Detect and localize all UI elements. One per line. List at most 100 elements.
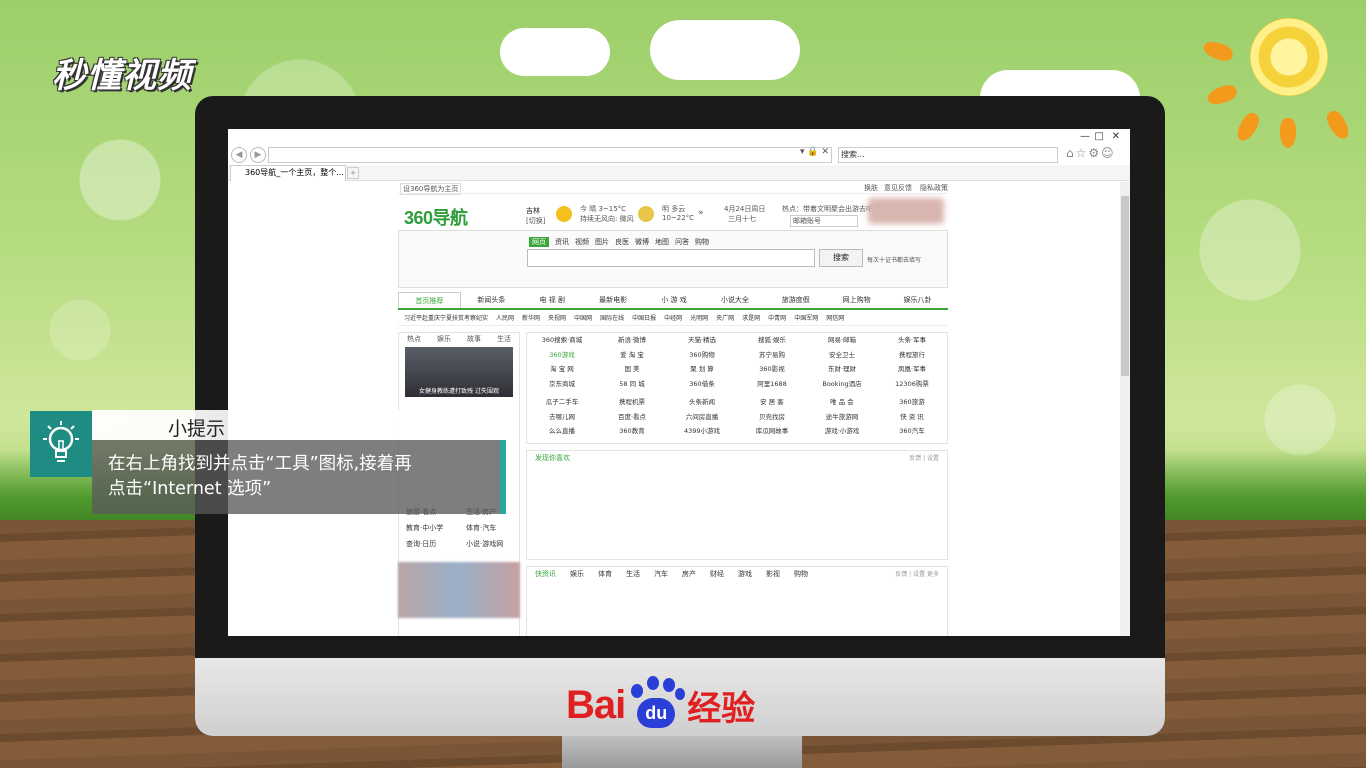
site-link[interactable]: 快 资 讯 <box>877 410 947 425</box>
site-link[interactable]: Booking酒店 <box>807 377 877 392</box>
vertical-scrollbar[interactable] <box>1120 182 1130 636</box>
site-link[interactable]: 天猫·精选 <box>667 333 737 348</box>
qn-tab[interactable]: 游戏 <box>738 569 752 579</box>
close-button[interactable]: ✕ <box>1112 131 1120 142</box>
news-link[interactable]: 求是网 <box>742 312 760 325</box>
quick-link[interactable]: 教育·中小学 <box>400 520 460 536</box>
nav-search-button[interactable]: 搜索 <box>819 249 863 267</box>
cat-tv[interactable]: 电 视 剧 <box>522 292 583 308</box>
util-feedback-link[interactable]: 意见反馈 <box>884 183 912 193</box>
qn-tab[interactable]: 汽车 <box>654 569 668 579</box>
site-link[interactable]: 网易·邮箱 <box>807 333 877 348</box>
site-link[interactable]: 12306购票 <box>877 377 947 392</box>
site-link[interactable]: 游戏·小游戏 <box>807 424 877 439</box>
news-link[interactable]: 国际在线 <box>600 312 624 325</box>
site-link[interactable]: 京东商城 <box>527 377 597 392</box>
util-skin-link[interactable]: 换肤 <box>864 183 878 193</box>
site-link[interactable]: 瓜子二手车 <box>527 395 597 410</box>
site-link[interactable]: 苏宁易购 <box>737 348 807 363</box>
search-tab-shop[interactable]: 购物 <box>695 237 709 247</box>
site-link[interactable]: 贝壳找房 <box>737 410 807 425</box>
search-tab-video[interactable]: 视频 <box>575 237 589 247</box>
search-input[interactable]: 搜索... <box>838 147 1058 163</box>
qn-tab[interactable]: 娱乐 <box>570 569 584 579</box>
quick-news-actions[interactable]: 反馈 | 设置 更多 <box>895 569 939 578</box>
site-link[interactable]: 360购物 <box>667 348 737 363</box>
news-link[interactable]: 中经网 <box>664 312 682 325</box>
news-link[interactable]: 网信网 <box>826 312 844 325</box>
news-link[interactable]: 人民网 <box>496 312 514 325</box>
site-link[interactable]: 头条新闻 <box>667 395 737 410</box>
qn-tab[interactable]: 影视 <box>766 569 780 579</box>
site-link[interactable]: 360搜索·商城 <box>527 333 597 348</box>
site-link[interactable]: 百度·看点 <box>597 410 667 425</box>
news-link[interactable]: 中国日报 <box>632 312 656 325</box>
nav360-logo[interactable]: 360导航 <box>404 204 468 230</box>
news-link[interactable]: 中青网 <box>768 312 786 325</box>
site-link[interactable]: 360汽车 <box>877 424 947 439</box>
site-link[interactable]: 爱 淘 宝 <box>597 348 667 363</box>
quick-link[interactable]: 小说·游戏网 <box>460 536 520 552</box>
weather-next-icon[interactable]: » <box>698 208 704 218</box>
site-link[interactable]: 携程旅行 <box>877 348 947 363</box>
search-tab-image[interactable]: 图片 <box>595 237 609 247</box>
city-switch-link[interactable]: [切换] <box>526 216 545 226</box>
site-link[interactable]: 么么直播 <box>527 424 597 439</box>
address-bar[interactable] <box>268 147 832 163</box>
cat-games[interactable]: 小 游 戏 <box>644 292 705 308</box>
site-link[interactable]: 库瓜网故事 <box>737 424 807 439</box>
forward-button[interactable]: ▶ <box>250 147 266 163</box>
qn-tab[interactable]: 体育 <box>598 569 612 579</box>
site-link[interactable]: 凤凰·军事 <box>877 362 947 377</box>
qn-tab[interactable]: 快资讯 <box>535 569 556 579</box>
news-link[interactable]: 中国军网 <box>794 312 818 325</box>
news-link[interactable]: 央广网 <box>716 312 734 325</box>
toolbar-icons[interactable]: ⌂☆⚙☺ <box>1066 146 1116 160</box>
news-link[interactable]: 新华网 <box>522 312 540 325</box>
smiley-icon[interactable]: ☺ <box>1101 146 1116 160</box>
minimize-button[interactable]: — <box>1080 131 1090 142</box>
news-link[interactable]: 中国网 <box>574 312 592 325</box>
cat-home[interactable]: 首页推荐 <box>398 292 461 308</box>
address-actions[interactable]: ▾ 🔒 ✕ <box>800 147 829 157</box>
cat-gossip[interactable]: 娱乐八卦 <box>887 292 948 308</box>
site-link[interactable]: 安全卫士 <box>807 348 877 363</box>
left-tab-story[interactable]: 故事 <box>467 333 481 345</box>
site-link[interactable]: 搜狐·娱乐 <box>737 333 807 348</box>
news-link[interactable]: 习近平赴重庆宁夏扶贫考察纪实 <box>404 312 488 325</box>
mail-field[interactable]: 邮箱账号 <box>790 215 858 227</box>
site-link[interactable]: 淘 宝 网 <box>527 362 597 377</box>
site-link[interactable]: 58 同 城 <box>597 377 667 392</box>
blurred-thumbnail[interactable] <box>398 562 520 618</box>
site-link[interactable]: 聚 划 算 <box>667 362 737 377</box>
cat-novels[interactable]: 小说大全 <box>704 292 765 308</box>
cat-travel[interactable]: 旅游度假 <box>765 292 826 308</box>
site-link[interactable]: 国 美 <box>597 362 667 377</box>
favorites-icon[interactable]: ☆ <box>1076 146 1089 160</box>
util-privacy-link[interactable]: 隐私政策 <box>920 183 948 193</box>
site-link[interactable]: 六间房直播 <box>667 410 737 425</box>
hot-topic-link[interactable]: 热点：带着文明聚会出游去吧 <box>782 204 873 214</box>
quick-link[interactable]: 查询·日历 <box>400 536 460 552</box>
tab-360nav[interactable]: 360导航_一个主页，整个... <box>230 165 346 181</box>
search-tab-news[interactable]: 资讯 <box>555 237 569 247</box>
search-tab-map[interactable]: 地图 <box>655 237 669 247</box>
site-link[interactable]: 东财·理财 <box>807 362 877 377</box>
site-link[interactable]: 安 居 客 <box>737 395 807 410</box>
scroll-thumb[interactable] <box>1121 196 1129 376</box>
site-link[interactable]: 360教育 <box>597 424 667 439</box>
search-tab-weibo[interactable]: 微博 <box>635 237 649 247</box>
qn-tab[interactable]: 生活 <box>626 569 640 579</box>
cat-shopping[interactable]: 网上购物 <box>826 292 887 308</box>
site-link[interactable]: 唯 品 会 <box>807 395 877 410</box>
qn-tab[interactable]: 房产 <box>682 569 696 579</box>
site-link[interactable]: 去哪儿网 <box>527 410 597 425</box>
qn-tab[interactable]: 购物 <box>794 569 808 579</box>
site-link[interactable]: 头条·军事 <box>877 333 947 348</box>
new-tab-button[interactable]: + <box>347 167 359 179</box>
site-link[interactable]: 4399小游戏 <box>667 424 737 439</box>
site-link[interactable]: 360影视 <box>737 362 807 377</box>
maximize-button[interactable]: □ <box>1095 131 1104 142</box>
nav-search-input[interactable] <box>527 249 815 267</box>
tools-gear-icon[interactable]: ⚙ <box>1088 146 1101 160</box>
